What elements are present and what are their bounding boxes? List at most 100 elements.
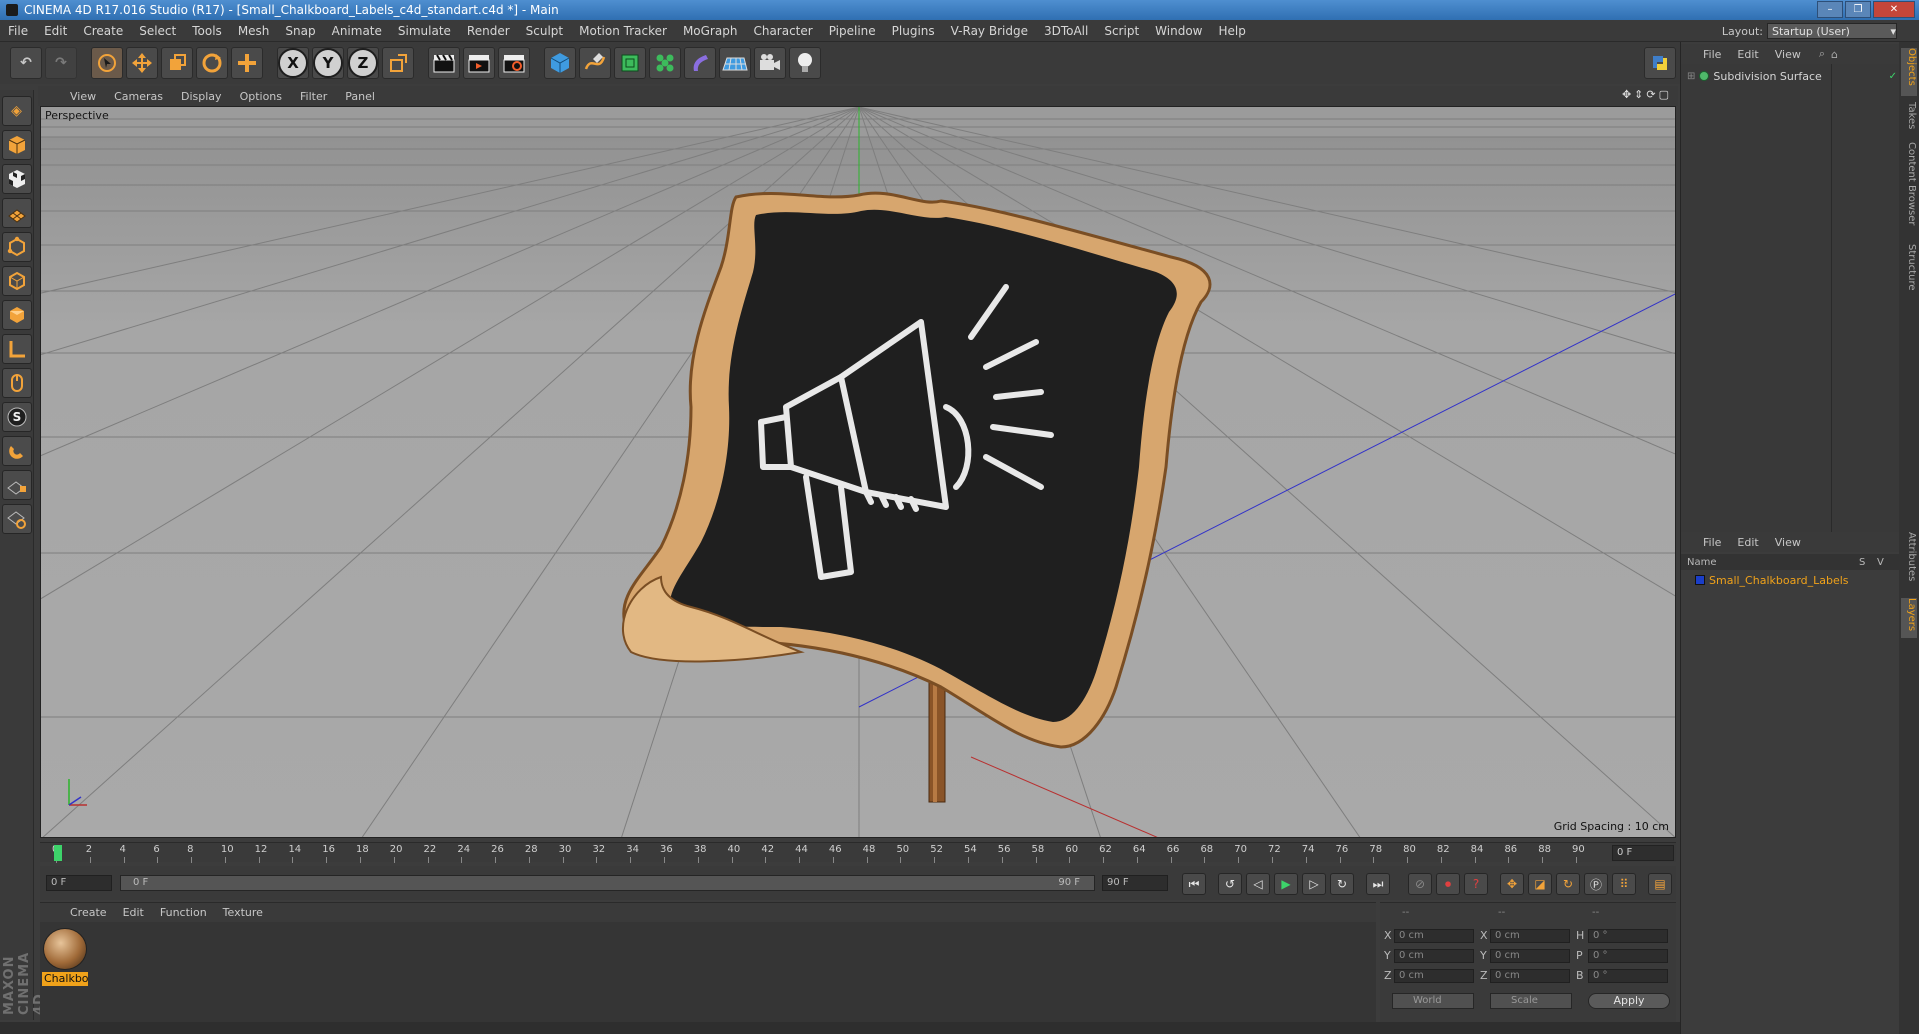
tab-objects[interactable]: Objects (1901, 48, 1917, 96)
object-row-subdivision-surface[interactable]: ⊞ Subdivision Surface ✓ (1687, 68, 1897, 84)
menu-script[interactable]: Script (1096, 24, 1147, 38)
autokeying-button[interactable]: ⏺ (1436, 873, 1460, 895)
visibility-check-icon[interactable]: ✓ (1889, 71, 1897, 82)
scale-tool-button[interactable] (161, 47, 193, 79)
redo-button[interactable]: ↷ (45, 47, 77, 79)
lock-x-axis-button[interactable]: X (277, 47, 309, 79)
size-y-field[interactable]: 0 cm (1490, 949, 1570, 963)
size-mode-dropdown[interactable]: Scale (1490, 993, 1572, 1009)
object-menu-file[interactable]: File (1695, 48, 1729, 61)
menu-select[interactable]: Select (131, 24, 184, 38)
menu-window[interactable]: Window (1147, 24, 1210, 38)
menu-mograph[interactable]: MoGraph (675, 24, 746, 38)
material-menu-function[interactable]: Function (152, 906, 215, 919)
layer-row[interactable]: Small_Chalkboard_Labels (1695, 572, 1849, 588)
close-button[interactable]: ✕ (1873, 1, 1915, 18)
add-camera-button[interactable] (754, 47, 786, 79)
undo-button[interactable]: ↶ (10, 47, 42, 79)
snap-toggle-button[interactable]: S (1, 402, 32, 432)
viewport-navigation-icons[interactable]: ✥⇕⟳▢ (1622, 88, 1672, 101)
menu-tools[interactable]: Tools (184, 24, 230, 38)
object-menu-view[interactable]: View (1767, 48, 1809, 61)
timeline-ruler[interactable]: 0246810121416182022242628303234363840424… (40, 842, 1676, 863)
coordinate-mode-dropdown[interactable]: World (1392, 993, 1474, 1009)
workplane-mode-button[interactable] (1, 198, 32, 228)
go-to-next-frame-button[interactable]: ▷ (1302, 873, 1326, 895)
render-view-button[interactable] (428, 47, 460, 79)
menu-file[interactable]: File (0, 24, 36, 38)
parameter-key-button[interactable]: Ⓟ (1584, 873, 1608, 895)
polygons-mode-button[interactable] (1, 300, 32, 330)
menu-create[interactable]: Create (75, 24, 131, 38)
rotate-tool-button[interactable] (196, 47, 228, 79)
rotation-key-button[interactable]: ↻ (1556, 873, 1580, 895)
menu-plugins[interactable]: Plugins (884, 24, 943, 38)
render-settings-button[interactable] (498, 47, 530, 79)
frame-ruler[interactable]: 0246810121416182022242628303234363840424… (50, 843, 1590, 863)
add-spline-button[interactable] (579, 47, 611, 79)
last-tool-button[interactable] (231, 47, 263, 79)
workplane-align-button[interactable] (1, 504, 32, 534)
rot-b-field[interactable]: 0 ° (1588, 969, 1668, 983)
lock-z-axis-button[interactable]: Z (347, 47, 379, 79)
menu-animate[interactable]: Animate (324, 24, 390, 38)
go-to-start-button[interactable]: ⏮ (1182, 873, 1206, 895)
tab-layers[interactable]: Layers (1901, 598, 1917, 638)
start-frame-field[interactable]: 0 F (46, 875, 112, 891)
object-menu-edit[interactable]: Edit (1729, 48, 1766, 61)
apply-button[interactable]: Apply (1588, 993, 1670, 1009)
enable-snap-button[interactable] (1, 436, 32, 466)
python-console-button[interactable] (1644, 47, 1676, 79)
tab-content-browser[interactable]: Content Browser (1901, 142, 1917, 238)
viewport-menu-panel[interactable]: Panel (337, 90, 383, 103)
point-level-key-button[interactable]: ⠿ (1612, 873, 1636, 895)
go-to-next-key-button[interactable]: ↻ (1330, 873, 1354, 895)
viewport-menu-view[interactable]: View (62, 90, 104, 103)
go-to-previous-frame-button[interactable]: ◁ (1246, 873, 1270, 895)
texture-mode-button[interactable] (1, 164, 32, 194)
tab-structure[interactable]: Structure (1901, 244, 1917, 300)
perspective-viewport[interactable]: Perspective Grid Spacing : 10 cm (40, 106, 1676, 838)
tab-attributes[interactable]: Attributes (1901, 532, 1917, 592)
menu-simulate[interactable]: Simulate (390, 24, 459, 38)
edges-mode-button[interactable] (1, 266, 32, 296)
add-cube-button[interactable] (544, 47, 576, 79)
timeline-window-button[interactable]: ▤ (1648, 873, 1672, 895)
pos-x-field[interactable]: 0 cm (1394, 929, 1474, 943)
menu-character[interactable]: Character (745, 24, 820, 38)
layout-dropdown[interactable]: Startup (User) ▾ (1767, 23, 1897, 39)
viewport-menu-cameras[interactable]: Cameras (106, 90, 171, 103)
pos-z-field[interactable]: 0 cm (1394, 969, 1474, 983)
go-to-end-button[interactable]: ⏭ (1366, 873, 1390, 895)
layer-color-swatch[interactable] (1695, 575, 1705, 585)
tweak-mode-button[interactable] (1, 368, 32, 398)
workplane-lock-button[interactable] (1, 470, 32, 500)
pos-y-field[interactable]: 0 cm (1394, 949, 1474, 963)
position-key-button[interactable]: ✥ (1500, 873, 1524, 895)
material-menu-texture[interactable]: Texture (215, 906, 271, 919)
live-selection-button[interactable] (91, 47, 123, 79)
add-mograph-button[interactable] (649, 47, 681, 79)
scale-key-button[interactable]: ◪ (1528, 873, 1552, 895)
menu-snap[interactable]: Snap (277, 24, 323, 38)
end-frame-field[interactable]: 90 F (1102, 875, 1168, 891)
menu-render[interactable]: Render (459, 24, 518, 38)
menu-help[interactable]: Help (1210, 24, 1253, 38)
add-deformer-button[interactable] (684, 47, 716, 79)
keyframe-selection-button[interactable]: ? (1464, 873, 1488, 895)
viewport-menu-filter[interactable]: Filter (292, 90, 335, 103)
size-z-field[interactable]: 0 cm (1490, 969, 1570, 983)
lock-y-axis-button[interactable]: Y (312, 47, 344, 79)
current-frame-field[interactable]: 0 F (1612, 845, 1674, 861)
expand-toggle-icon[interactable]: ⊞ (1687, 71, 1695, 82)
material-menu-create[interactable]: Create (62, 906, 115, 919)
menu-pipeline[interactable]: Pipeline (821, 24, 884, 38)
tab-takes[interactable]: Takes (1901, 102, 1917, 136)
go-to-previous-key-button[interactable]: ↺ (1218, 873, 1242, 895)
render-to-picture-viewer-button[interactable] (463, 47, 495, 79)
size-x-field[interactable]: 0 cm (1490, 929, 1570, 943)
move-tool-button[interactable] (126, 47, 158, 79)
search-icon[interactable]: ⌕ (1819, 47, 1825, 61)
axis-mode-button[interactable] (1, 334, 32, 364)
add-subdivision-button[interactable] (614, 47, 646, 79)
